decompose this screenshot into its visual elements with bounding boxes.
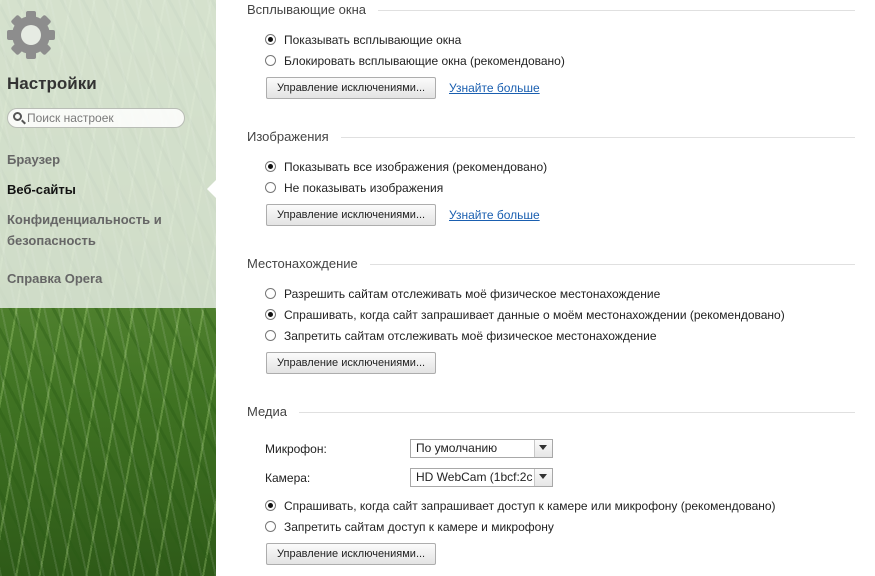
main-content: Всплывающие окна Показывать всплывающие …: [216, 0, 875, 576]
radio-button[interactable]: [265, 34, 276, 45]
sidebar-item-opera-help[interactable]: Справка Opera: [7, 268, 197, 289]
section-title-images: Изображения: [247, 129, 341, 144]
search-icon: [13, 112, 22, 121]
gear-icon: [7, 11, 55, 59]
radio-label: Разрешить сайтам отслеживать моё физичес…: [284, 287, 661, 301]
sidebar-item-privacy[interactable]: Конфиденциальность и безопасность: [7, 209, 197, 251]
search-input[interactable]: [27, 110, 177, 126]
images-manage-exceptions-button[interactable]: Управление исключениями...: [266, 204, 437, 226]
radio-label: Показывать все изображения (рекомендован…: [284, 160, 548, 174]
radio-label: Запретить сайтам отслеживать моё физичес…: [284, 329, 657, 343]
sidebar-content: Настройки Браузер Веб-сайты Конфиденциал…: [0, 0, 216, 308]
section-divider: [247, 412, 855, 413]
radio-button[interactable]: [265, 182, 276, 193]
popups-learn-more-link[interactable]: Узнайте больше: [449, 81, 540, 95]
images-learn-more-link[interactable]: Узнайте больше: [449, 208, 540, 222]
sidebar-item-browser[interactable]: Браузер: [7, 149, 197, 170]
microphone-select-value: По умолчанию: [416, 441, 498, 455]
radio-label: Блокировать всплывающие окна (рекомендов…: [284, 54, 565, 68]
microphone-select[interactable]: По умолчанию: [410, 439, 553, 458]
radio-button[interactable]: [265, 288, 276, 299]
radio-button[interactable]: [265, 330, 276, 341]
popups-manage-exceptions-button[interactable]: Управление исключениями...: [266, 77, 437, 99]
media-manage-exceptions-button[interactable]: Управление исключениями...: [266, 543, 437, 565]
sidebar: Настройки Браузер Веб-сайты Конфиденциал…: [0, 0, 216, 576]
camera-select[interactable]: HD WebCam (1bcf:2c: [410, 468, 553, 487]
radio-label: Спрашивать, когда сайт запрашивает данны…: [284, 308, 785, 322]
active-item-pointer: [207, 180, 216, 198]
chevron-down-icon[interactable]: [534, 440, 552, 457]
search-box[interactable]: [7, 108, 185, 128]
camera-label: Камера:: [265, 471, 311, 485]
sidebar-item-websites[interactable]: Веб-сайты: [7, 179, 197, 200]
radio-button[interactable]: [265, 500, 276, 511]
page-title: Настройки: [7, 74, 97, 93]
location-manage-exceptions-button[interactable]: Управление исключениями...: [266, 352, 437, 374]
radio-label: Показывать всплывающие окна: [284, 33, 462, 47]
section-title-location: Местонахождение: [247, 256, 370, 271]
radio-label: Не показывать изображения: [284, 181, 444, 195]
section-title-popups: Всплывающие окна: [247, 2, 379, 17]
microphone-label: Микрофон:: [265, 442, 327, 456]
section-title-media: Медиа: [247, 404, 299, 419]
camera-select-value: HD WebCam (1bcf:2c: [416, 470, 533, 484]
radio-button[interactable]: [265, 161, 276, 172]
radio-button[interactable]: [265, 55, 276, 66]
radio-button[interactable]: [265, 309, 276, 320]
chevron-down-icon[interactable]: [534, 469, 552, 486]
radio-button[interactable]: [265, 521, 276, 532]
radio-label: Запретить сайтам доступ к камере и микро…: [284, 520, 554, 534]
radio-label: Спрашивать, когда сайт запрашивает досту…: [284, 499, 776, 513]
